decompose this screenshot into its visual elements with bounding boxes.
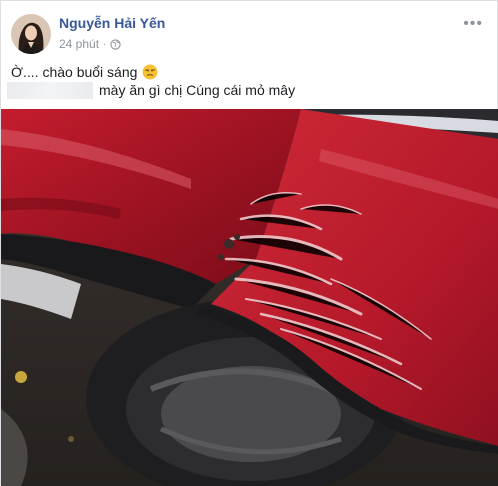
post-text-line-1: Ờ.... chào buổi sáng [11,64,158,80]
scratched-car-photo [1,109,498,486]
post-photo[interactable] [1,109,498,486]
post-timestamp[interactable]: 24 phút [59,37,99,51]
more-options-icon[interactable]: ••• [463,15,483,33]
author-name[interactable]: Nguyễn Hải Yến [59,15,165,31]
post-text-greeting: Ờ.... chào buổi sáng [11,64,138,80]
unamused-face-icon [142,64,158,80]
facebook-post: Nguyễn Hải Yến 24 phút · ••• Ờ.... chào … [0,0,498,486]
globe-icon [110,38,122,50]
meta-separator: · [103,38,107,50]
post-text-body: mày ăn gì chị Cúng cái mỏ mây [99,82,296,98]
avatar[interactable] [11,14,51,54]
post-text-line-2: mày ăn gì chị Cúng cái mỏ mây [7,81,295,99]
post-meta: 24 phút · [59,37,122,51]
avatar-image [11,14,51,54]
blurred-mention [7,81,93,99]
